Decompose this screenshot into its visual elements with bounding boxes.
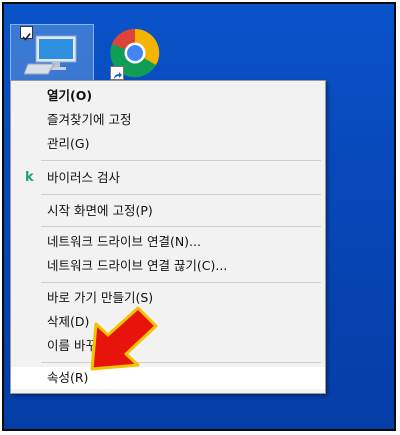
menu-item-map-network-drive[interactable]: 네트워크 드라이브 연결(N)... [11,231,325,253]
shortcut-arrow-icon [110,66,124,80]
menu-separator [41,160,321,161]
menu-item-properties[interactable]: 속성(R) [11,367,325,389]
desktop-frame: 열기(O) 즐겨찾기에 고정 관리(G) k 바이러스 검사 시작 화면에 고정… [2,2,396,431]
menu-item-label: 열기(O) [47,88,93,103]
menu-item-label: 속성(R) [47,370,89,385]
context-menu: 열기(O) 즐겨찾기에 고정 관리(G) k 바이러스 검사 시작 화면에 고정… [10,80,326,394]
menu-item-label: 바로 가기 만들기(S) [47,290,154,305]
menu-item-create-shortcut[interactable]: 바로 가기 만들기(S) [11,287,325,309]
menu-item-delete[interactable]: 삭제(D) [11,311,325,333]
kaspersky-icon: k [25,170,34,185]
menu-item-pin-start[interactable]: 시작 화면에 고정(P) [11,200,325,222]
menu-item-virus-scan[interactable]: k 바이러스 검사 [11,167,325,189]
menu-item-open[interactable]: 열기(O) [11,85,325,107]
menu-item-manage[interactable]: 관리(G) [11,133,325,155]
menu-separator [41,282,321,283]
menu-item-label: 네트워크 드라이브 연결 끊기(C)... [47,258,228,273]
menu-separator [41,362,321,363]
menu-separator [41,194,321,195]
menu-item-label: 네트워크 드라이브 연결(N)... [47,234,201,249]
menu-item-label: 바이러스 검사 [47,170,120,185]
computer-icon [23,34,80,82]
menu-item-label: 관리(G) [47,136,90,151]
menu-item-label: 시작 화면에 고정(P) [47,203,153,218]
menu-item-label: 삭제(D) [47,314,90,329]
menu-item-label: 이름 바꾸기(M) [47,338,130,353]
menu-separator [41,226,321,227]
menu-item-disconnect-network-drive[interactable]: 네트워크 드라이브 연결 끊기(C)... [11,255,325,277]
menu-item-label: 즐겨찾기에 고정 [47,112,132,127]
menu-item-pin-quick-access[interactable]: 즐겨찾기에 고정 [11,109,325,131]
menu-item-rename[interactable]: 이름 바꾸기(M) [11,335,325,357]
